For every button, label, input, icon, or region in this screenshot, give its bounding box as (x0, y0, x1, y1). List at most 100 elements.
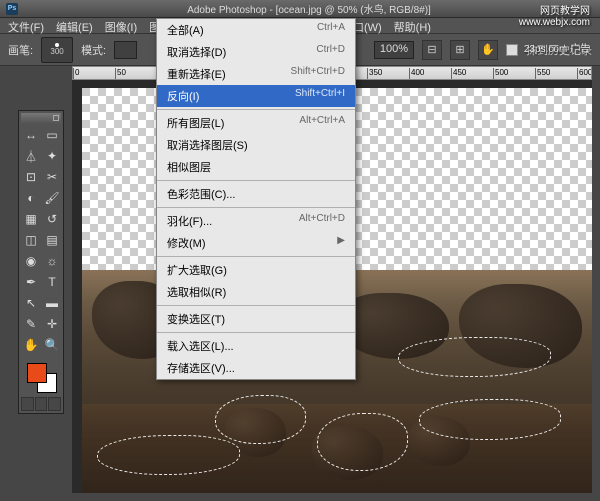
ruler-mark: 0 (73, 68, 79, 80)
menu-separator (157, 305, 355, 306)
menu-item-label: 全部(A) (167, 22, 204, 38)
menu-item-label: 羽化(F)... (167, 213, 212, 229)
selection-marquee (419, 399, 562, 439)
menu-item-label: 取消选择(D) (167, 44, 226, 60)
mode-label: 模式: (81, 42, 106, 58)
menu-item-修改m[interactable]: 修改(M) ▶ (157, 232, 355, 254)
history-checkbox[interactable] (506, 44, 518, 56)
menu-item-label: 重新选择(E) (167, 66, 226, 82)
selection-marquee (398, 337, 551, 377)
ruler-mark: 400 (409, 68, 424, 80)
menu-shortcut: Alt+Ctrl+A (299, 115, 345, 131)
brush-size-value: 300 (50, 47, 63, 56)
menu-item-所有图层l[interactable]: 所有图层(L) Alt+Ctrl+A (157, 112, 355, 134)
marquee-tool[interactable]: ▭ (42, 125, 62, 145)
menu-separator (157, 332, 355, 333)
ruler-mark: 450 (451, 68, 466, 80)
menu-item-相似图层[interactable]: 相似图层 (157, 156, 355, 178)
menu-item-反向i[interactable]: 反向(I) Shift+Ctrl+I (157, 85, 355, 107)
brush-tool[interactable]: 🖌 (42, 188, 62, 208)
menu-item-取消选择图层s[interactable]: 取消选择图层(S) (157, 134, 355, 156)
zoom-field[interactable]: 100% (374, 41, 414, 59)
dodge-tool[interactable]: ☼ (42, 251, 62, 271)
menu-item-label: 色彩范围(C)... (167, 186, 235, 202)
menu-separator (157, 207, 355, 208)
rectangle-tool[interactable]: ▬ (42, 293, 62, 313)
screenmode2-icon[interactable] (48, 397, 61, 411)
menu-shortcut: Ctrl+A (317, 22, 345, 38)
menu-item-羽化f[interactable]: 羽化(F)...Alt+Ctrl+D (157, 210, 355, 232)
color-swatch (21, 359, 61, 395)
menu-item-label: 存储选区(V)... (167, 360, 235, 376)
menu-item-全部a[interactable]: 全部(A) Ctrl+A (157, 19, 355, 41)
toolbox-header[interactable] (21, 113, 61, 123)
close-icon[interactable] (53, 115, 59, 121)
type-tool[interactable]: T (42, 272, 62, 292)
ruler-mark: 50 (115, 68, 126, 80)
menu-文件f[interactable]: 文件(F) (2, 18, 50, 33)
path-select-tool[interactable]: ↖ (21, 293, 41, 313)
ruler-mark: 350 (367, 68, 382, 80)
eyedropper-tool[interactable]: ✛ (42, 314, 62, 334)
ruler-mark: 600 (577, 68, 592, 80)
selection-marquee (97, 435, 240, 475)
watermark-top: 网页教学网 www.webjx.com (519, 2, 590, 28)
menu-shortcut: Shift+Ctrl+D (291, 66, 345, 82)
menu-item-重新选择e[interactable]: 重新选择(E) Shift+Ctrl+D (157, 63, 355, 85)
window-title: Adobe Photoshop - [ocean.jpg @ 50% (水鸟, … (24, 1, 594, 16)
zoom-in-icon[interactable]: ⊞ (450, 40, 470, 60)
selection-marquee (317, 413, 409, 471)
screenmode-icon[interactable] (35, 397, 48, 411)
menu-图像i[interactable]: 图像(I) (99, 18, 143, 33)
menu-item-label: 扩大选取(G) (167, 262, 227, 278)
menu-item-变换选区t[interactable]: 变换选区(T) (157, 308, 355, 330)
stamp-tool[interactable]: ▦ (21, 209, 41, 229)
foreground-color[interactable] (27, 363, 47, 383)
select-menu-dropdown: 全部(A) Ctrl+A 取消选择(D) Ctrl+D 重新选择(E) Shift+Ctr… (156, 18, 356, 380)
watermark-side: 23ps.com 广告 (524, 40, 590, 55)
quickmask-icon[interactable] (21, 397, 34, 411)
menu-item-label: 载入选区(L)... (167, 338, 234, 354)
lasso-tool[interactable]: ⏃ (21, 146, 41, 166)
mode-select[interactable] (114, 41, 137, 59)
menu-item-label: 修改(M) (167, 235, 206, 251)
healing-tool[interactable]: ◐ (21, 188, 41, 208)
crop-tool[interactable]: ⊡ (21, 167, 41, 187)
menu-item-存储选区v[interactable]: 存储选区(V)... (157, 357, 355, 379)
menu-item-label: 反向(I) (167, 88, 199, 104)
hand-tool[interactable]: ✋ (21, 335, 41, 355)
menu-shortcut: ▶ (337, 235, 345, 251)
menu-shortcut: Ctrl+D (316, 44, 345, 60)
magic-wand-tool[interactable]: ✦ (42, 146, 62, 166)
gradient-tool[interactable]: ▤ (42, 230, 62, 250)
menu-帮助h[interactable]: 帮助(H) (388, 18, 437, 33)
menu-shortcut: Shift+Ctrl+I (295, 88, 345, 104)
menu-item-label: 所有图层(L) (167, 115, 224, 131)
menu-separator (157, 256, 355, 257)
zoom-out-icon[interactable]: ⊟ (422, 40, 442, 60)
menu-item-扩大选取g[interactable]: 扩大选取(G) (157, 259, 355, 281)
slice-tool[interactable]: ✂ (42, 167, 62, 187)
brush-label: 画笔: (8, 42, 33, 58)
app-icon: Ps (6, 3, 18, 15)
hand-icon[interactable]: ✋ (478, 40, 498, 60)
titlebar: Ps Adobe Photoshop - [ocean.jpg @ 50% (水… (0, 0, 600, 18)
menu-item-色彩范围c[interactable]: 色彩范围(C)... (157, 183, 355, 205)
blur-tool[interactable]: ◉ (21, 251, 41, 271)
history-brush-tool[interactable]: ↺ (42, 209, 62, 229)
menu-item-取消选择d[interactable]: 取消选择(D) Ctrl+D (157, 41, 355, 63)
menu-item-选取相似r[interactable]: 选取相似(R) (157, 281, 355, 303)
menu-item-载入选区l[interactable]: 载入选区(L)... (157, 335, 355, 357)
menu-item-label: 选取相似(R) (167, 284, 226, 300)
eraser-tool[interactable]: ◫ (21, 230, 41, 250)
menu-编辑e[interactable]: 编辑(E) (50, 18, 99, 33)
menu-item-label: 相似图层 (167, 159, 211, 175)
toolbox: ↔▭⏃✦⊡✂◐🖌▦↺◫▤◉☼✒T↖▬✎✛✋🔍 (18, 110, 64, 414)
menu-separator (157, 109, 355, 110)
move-tool[interactable]: ↔ (21, 125, 41, 145)
pen-tool[interactable]: ✒ (21, 272, 41, 292)
notes-tool[interactable]: ✎ (21, 314, 41, 334)
brush-preview[interactable]: 300 (41, 37, 73, 63)
zoom-tool[interactable]: 🔍 (42, 335, 62, 355)
ruler-mark: 500 (493, 68, 508, 80)
